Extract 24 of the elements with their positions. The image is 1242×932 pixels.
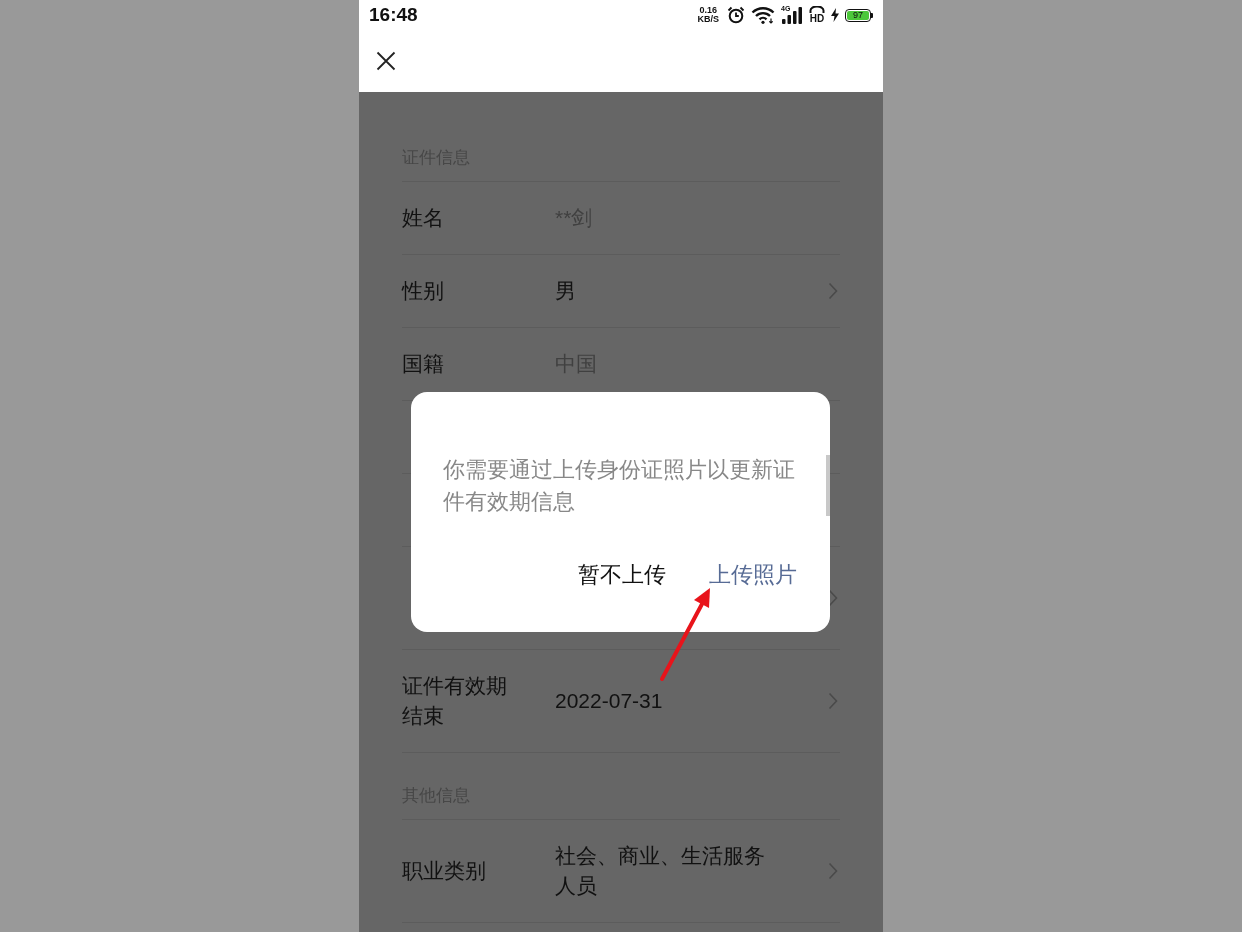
field-label: 职业类别	[402, 858, 487, 884]
status-time: 16:48	[369, 4, 418, 26]
signal-icon	[781, 6, 803, 24]
close-icon[interactable]	[376, 51, 396, 71]
hd-label: HD	[809, 14, 825, 24]
wifi-icon	[751, 6, 775, 24]
net-speed-unit: KB/S	[697, 15, 719, 24]
handset-icon	[809, 6, 825, 14]
dialog-message: 你需要通过上传身份证照片以更新证件有效期信息	[443, 456, 796, 516]
charging-bolt-icon	[831, 8, 839, 22]
field-value: 社会、商业、生活服务人员	[555, 843, 766, 899]
field-value: 2022-07-31	[555, 688, 664, 714]
scrollbar-thumb	[826, 455, 830, 516]
net-speed: 0.16	[699, 6, 717, 15]
field-label: 姓名	[402, 205, 445, 231]
confirm-button[interactable]: 上传照片	[709, 560, 797, 590]
field-label: 国籍	[402, 351, 445, 377]
field-label: 性别	[402, 278, 445, 304]
field-label: 证件有效期结束	[402, 673, 508, 729]
battery-percent: 97	[847, 10, 869, 20]
arrow-icon	[659, 586, 712, 682]
field-value: 男	[555, 278, 577, 304]
cancel-button[interactable]: 暂不上传	[578, 560, 666, 590]
alarm-icon	[727, 6, 745, 24]
